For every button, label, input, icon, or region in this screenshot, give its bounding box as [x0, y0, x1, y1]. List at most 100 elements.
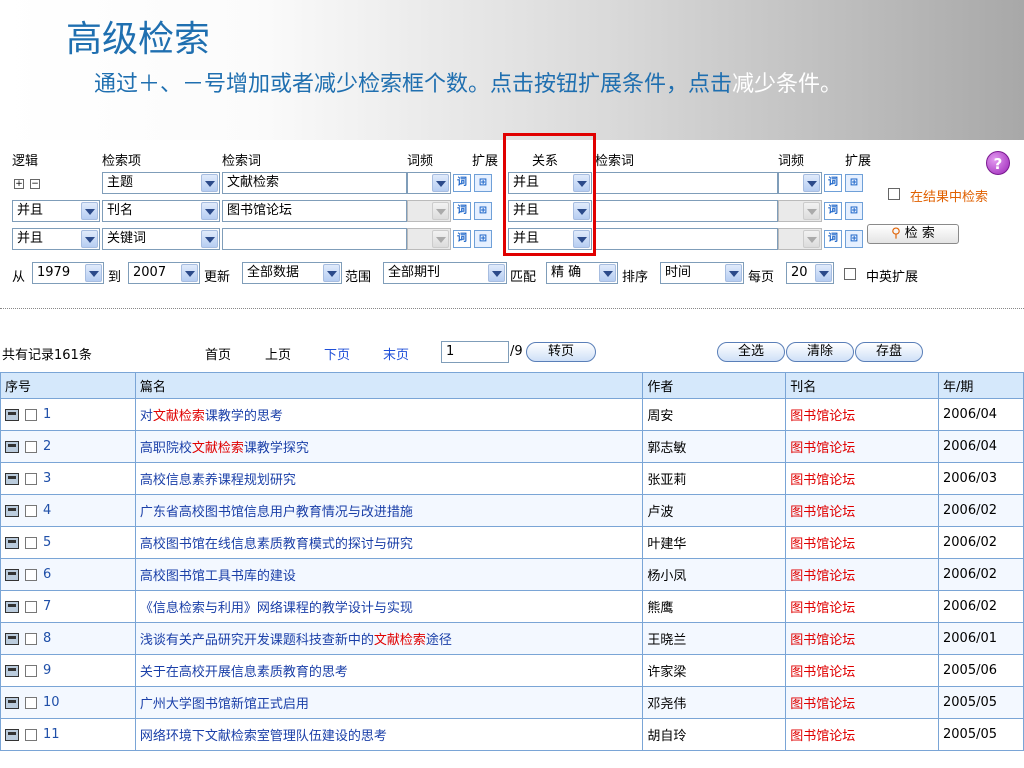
term2-input-3[interactable] — [593, 228, 778, 250]
save-disk-icon[interactable] — [5, 472, 19, 485]
row-title-cell[interactable]: 浅谈有关产品研究开发课题科技查新中的文献检索途径 — [134, 622, 644, 655]
row-title-cell[interactable]: 网络环境下文献检索室管理队伍建设的思考 — [134, 718, 644, 751]
row-checkbox[interactable] — [25, 600, 37, 613]
save-disk-icon[interactable] — [5, 728, 19, 741]
freq2-select-1[interactable] — [778, 172, 822, 194]
row-journal[interactable]: 图书馆论坛 — [785, 590, 940, 623]
row-checkbox[interactable] — [25, 536, 37, 549]
save-button[interactable]: 存盘 — [855, 342, 923, 362]
title-part[interactable]: 高校图书馆在线信息素质教育模式的探讨与研究 — [140, 537, 413, 552]
from-year-select[interactable]: 1979 — [32, 262, 104, 284]
title-highlight[interactable]: 文献检索 — [153, 409, 205, 424]
row-journal[interactable]: 图书馆论坛 — [785, 430, 940, 463]
row-checkbox[interactable] — [25, 664, 37, 677]
row-title-cell[interactable]: 高校图书馆工具书库的建设 — [134, 558, 644, 591]
row-title-cell[interactable]: 对文献检索课教学的思考 — [134, 398, 644, 431]
term-input-3[interactable] — [222, 228, 407, 250]
row-journal[interactable]: 图书馆论坛 — [785, 686, 940, 719]
row-checkbox[interactable] — [25, 408, 37, 421]
row-checkbox[interactable] — [25, 504, 37, 517]
row-title-cell[interactable]: 广州大学图书馆新馆正式启用 — [134, 686, 644, 719]
row-journal[interactable]: 图书馆论坛 — [785, 526, 940, 559]
search-button[interactable]: ⚲ 检 索 — [867, 224, 959, 244]
next-page-link[interactable]: 下页 — [324, 344, 350, 363]
expand-icon[interactable]: ⊞ — [845, 230, 863, 248]
title-part[interactable]: 网络环境下文献检索室管理队伍建设的思考 — [140, 729, 387, 744]
thesaurus-icon[interactable]: 词 — [453, 202, 471, 220]
title-part[interactable]: 高校图书馆工具书库的建设 — [140, 569, 296, 584]
save-disk-icon[interactable] — [5, 408, 19, 421]
row-checkbox[interactable] — [25, 696, 37, 709]
term-input-2[interactable]: 图书馆论坛 — [222, 200, 407, 222]
save-disk-icon[interactable] — [5, 664, 19, 677]
update-select[interactable]: 全部数据 — [242, 262, 342, 284]
term2-input-1[interactable] — [593, 172, 778, 194]
term-input-1[interactable]: 文献检索 — [222, 172, 407, 194]
thesaurus-icon[interactable]: 词 — [453, 174, 471, 192]
row-title-cell[interactable]: 高校图书馆在线信息素质教育模式的探讨与研究 — [134, 526, 644, 559]
sort-select[interactable]: 时间 — [660, 262, 744, 284]
row-title-cell[interactable]: 广东省高校图书馆信息用户教育情况与改进措施 — [134, 494, 644, 527]
search-in-results-checkbox[interactable] — [888, 188, 900, 200]
match-select[interactable]: 精 确 — [546, 262, 618, 284]
goto-page-button[interactable]: 转页 — [526, 342, 596, 362]
row-journal[interactable]: 图书馆论坛 — [785, 462, 940, 495]
logic-select-2[interactable]: 并且 — [12, 200, 100, 222]
cn-en-expand-checkbox[interactable] — [844, 268, 856, 280]
freq-select-1[interactable] — [407, 172, 451, 194]
row-title-cell[interactable]: 高校信息素养课程规划研究 — [134, 462, 644, 495]
title-part[interactable]: 高校信息素养课程规划研究 — [140, 473, 296, 488]
row-title-cell[interactable]: 关于在高校开展信息素质教育的思考 — [134, 654, 644, 687]
row-journal[interactable]: 图书馆论坛 — [785, 398, 940, 431]
expand-icon[interactable]: ⊞ — [474, 202, 492, 220]
thesaurus-icon[interactable]: 词 — [824, 230, 842, 248]
title-part[interactable]: 课教学的思考 — [205, 409, 283, 424]
title-part[interactable]: 广州大学图书馆新馆正式启用 — [140, 697, 309, 712]
row-journal[interactable]: 图书馆论坛 — [785, 558, 940, 591]
thesaurus-icon[interactable]: 词 — [824, 174, 842, 192]
save-disk-icon[interactable] — [5, 600, 19, 613]
save-disk-icon[interactable] — [5, 696, 19, 709]
field-select-1[interactable]: 主题 — [102, 172, 220, 194]
row-checkbox[interactable] — [25, 728, 37, 741]
title-part[interactable]: 课教学探究 — [244, 441, 309, 456]
expand-icon[interactable]: ⊞ — [845, 174, 863, 192]
row-journal[interactable]: 图书馆论坛 — [785, 622, 940, 655]
thesaurus-icon[interactable]: 词 — [453, 230, 471, 248]
row-checkbox[interactable] — [25, 440, 37, 453]
to-year-select[interactable]: 2007 — [128, 262, 200, 284]
clear-button[interactable]: 清除 — [786, 342, 854, 362]
scope-select[interactable]: 全部期刊 — [383, 262, 507, 284]
save-disk-icon[interactable] — [5, 504, 19, 517]
row-journal[interactable]: 图书馆论坛 — [785, 494, 940, 527]
title-part[interactable]: 《信息检索与利用》网络课程的教学设计与实现 — [140, 601, 413, 616]
row-journal[interactable]: 图书馆论坛 — [785, 654, 940, 687]
plus-icon[interactable]: + — [14, 179, 24, 189]
field-select-2[interactable]: 刊名 — [102, 200, 220, 222]
per-page-select[interactable]: 20 — [786, 262, 834, 284]
select-all-button[interactable]: 全选 — [717, 342, 785, 362]
help-icon[interactable]: ? — [986, 151, 1010, 175]
logic-select-3[interactable]: 并且 — [12, 228, 100, 250]
row-checkbox[interactable] — [25, 632, 37, 645]
page-number-input[interactable]: 1 — [441, 341, 509, 363]
expand-icon[interactable]: ⊞ — [474, 174, 492, 192]
save-disk-icon[interactable] — [5, 568, 19, 581]
title-highlight[interactable]: 文献检索 — [374, 633, 426, 648]
save-disk-icon[interactable] — [5, 440, 19, 453]
title-part[interactable]: 途径 — [426, 633, 452, 648]
last-page-link[interactable]: 末页 — [383, 344, 409, 363]
field-select-3[interactable]: 关键词 — [102, 228, 220, 250]
title-part[interactable]: 广东省高校图书馆信息用户教育情况与改进措施 — [140, 505, 413, 520]
title-part[interactable]: 关于在高校开展信息素质教育的思考 — [140, 665, 348, 680]
expand-icon[interactable]: ⊞ — [845, 202, 863, 220]
expand-icon[interactable]: ⊞ — [474, 230, 492, 248]
title-part[interactable]: 高职院校 — [140, 441, 192, 456]
term2-input-2[interactable] — [593, 200, 778, 222]
title-part[interactable]: 对 — [140, 409, 153, 424]
save-disk-icon[interactable] — [5, 536, 19, 549]
row-journal[interactable]: 图书馆论坛 — [785, 718, 940, 751]
minus-icon[interactable]: − — [30, 179, 40, 189]
row-title-cell[interactable]: 《信息检索与利用》网络课程的教学设计与实现 — [134, 590, 644, 623]
title-part[interactable]: 浅谈有关产品研究开发课题科技查新中的 — [140, 633, 374, 648]
